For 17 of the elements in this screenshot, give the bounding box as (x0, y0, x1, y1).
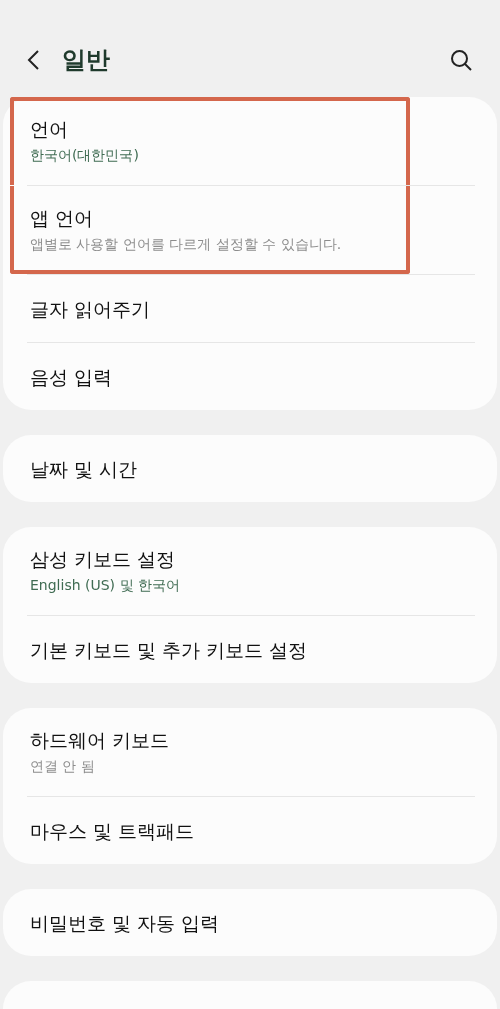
setting-title[interactable]: 마우스 및 트랙패드 (30, 817, 497, 844)
back-button[interactable] (26, 47, 42, 72)
setting-title[interactable]: 하드웨어 키보드 (30, 727, 497, 753)
setting-title[interactable]: 글자 읽어주기 (30, 295, 497, 322)
setting-title[interactable]: 언어 (30, 116, 497, 142)
setting-title[interactable]: 날짜 및 시간 (30, 455, 497, 482)
setting-title[interactable]: 비밀번호 및 자동 입력 (30, 909, 497, 936)
setting-subtitle: English (US) 및 한국어 (30, 576, 181, 595)
setting-title[interactable]: 앱 언어 (30, 205, 497, 231)
setting-title[interactable]: 음성 입력 (30, 363, 497, 390)
setting-subtitle: 앱별로 사용할 언어를 다르게 설정할 수 있습니다. (30, 235, 343, 254)
setting-subtitle: 한국어(대한민국) (30, 146, 140, 165)
setting-title[interactable]: 삼성 키보드 설정 (30, 546, 497, 572)
setting-title[interactable]: 기본 키보드 및 추가 키보드 설정 (30, 636, 497, 663)
search-icon[interactable] (450, 48, 472, 71)
page-title: 일반 (62, 44, 110, 76)
setting-subtitle: 연결 안 됨 (30, 757, 96, 776)
